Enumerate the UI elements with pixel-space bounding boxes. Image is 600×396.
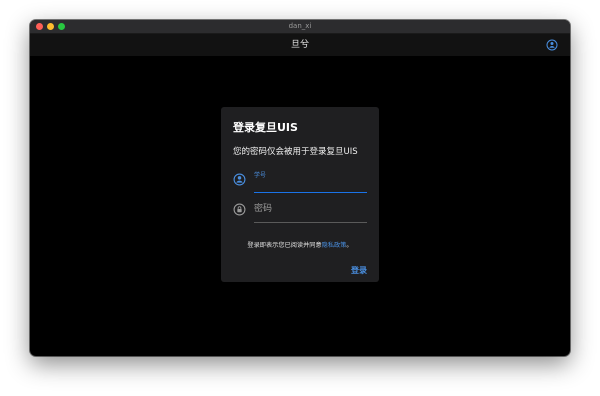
password-underline — [254, 222, 367, 223]
account-circle-icon[interactable] — [546, 39, 558, 51]
password-input[interactable] — [254, 202, 367, 216]
student-id-input[interactable] — [254, 177, 367, 191]
student-id-underline — [254, 192, 367, 193]
privacy-notice: 登录即表示您已阅读并同意隐私政策。 — [221, 240, 379, 249]
app-bar: 旦兮 — [30, 34, 570, 56]
login-dialog: 登录复旦UIS 您的密码仅会被用于登录复旦UIS 学号 登录即表示您已阅读并同意… — [221, 107, 379, 282]
lock-circle-icon — [233, 203, 246, 216]
login-button[interactable]: 登录 — [351, 265, 367, 276]
dialog-subtitle: 您的密码仅会被用于登录复旦UIS — [233, 147, 358, 157]
account-circle-icon — [233, 173, 246, 186]
dialog-title: 登录复旦UIS — [233, 121, 298, 134]
privacy-notice-prefix: 登录即表示您已阅读并同意 — [247, 242, 322, 249]
app-title: 旦兮 — [290, 40, 309, 50]
window-titlebar[interactable]: dan_xi — [30, 20, 570, 34]
privacy-notice-suffix: 。 — [346, 242, 353, 249]
app-window: dan_xi 旦兮 登录复旦UIS 您的密码仅会被用于登录复旦UIS 学号 登录… — [30, 20, 570, 356]
privacy-policy-link[interactable]: 隐私政策 — [322, 242, 347, 249]
window-title: dan_xi — [288, 22, 312, 30]
